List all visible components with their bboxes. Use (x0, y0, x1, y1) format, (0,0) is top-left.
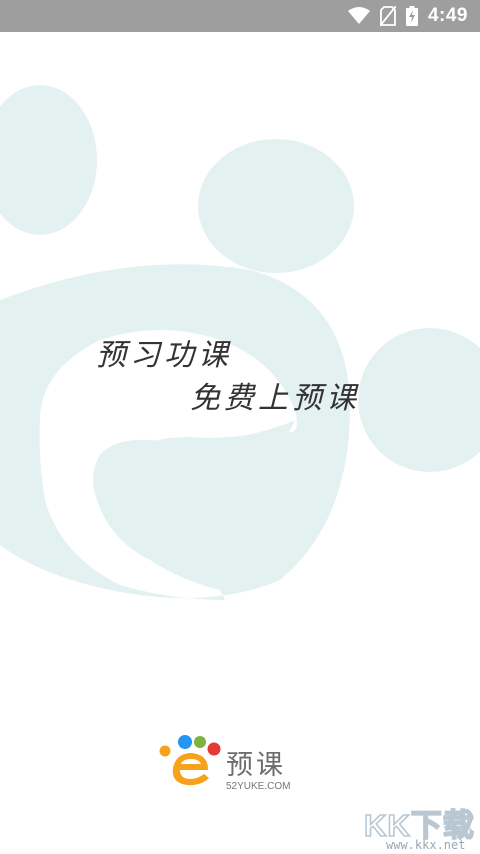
watermark-url: www.kkx.net (386, 838, 466, 852)
art-e-shape (0, 264, 351, 600)
status-bar: 4:49 (0, 0, 480, 32)
watermark: KK下载 www.kkx.net (362, 800, 480, 854)
battery-charging-icon (405, 6, 418, 26)
background-art (0, 85, 480, 600)
brand-block: 预课 52YUKE.COM (158, 733, 308, 797)
brand-name: 预课 (226, 750, 286, 781)
no-sim-icon (379, 6, 396, 26)
art-blob-right (358, 328, 480, 472)
art-blob-top-center (198, 139, 354, 273)
brand-domain: 52YUKE.COM (226, 781, 291, 792)
status-time: 4:49 (427, 5, 468, 26)
slogan-line-2: 免费上预课 (190, 381, 360, 416)
slogan-line-1: 预习功课 (96, 338, 232, 373)
brand-logo-icon (159, 735, 221, 786)
art-blob-top-left (0, 85, 97, 235)
wifi-icon (347, 7, 370, 25)
